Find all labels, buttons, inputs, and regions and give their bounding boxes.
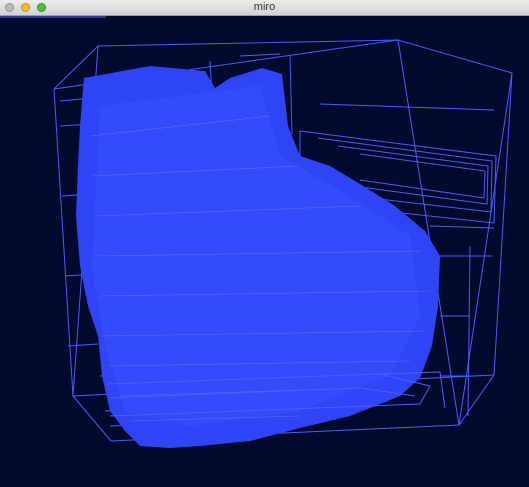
render-viewport[interactable] — [0, 16, 529, 487]
title-bar[interactable]: miro — [0, 0, 529, 16]
octree-render — [53, 39, 513, 448]
point-cloud-mass — [76, 66, 440, 448]
window-title: miro — [253, 1, 276, 13]
app-window: miro — [0, 0, 529, 487]
